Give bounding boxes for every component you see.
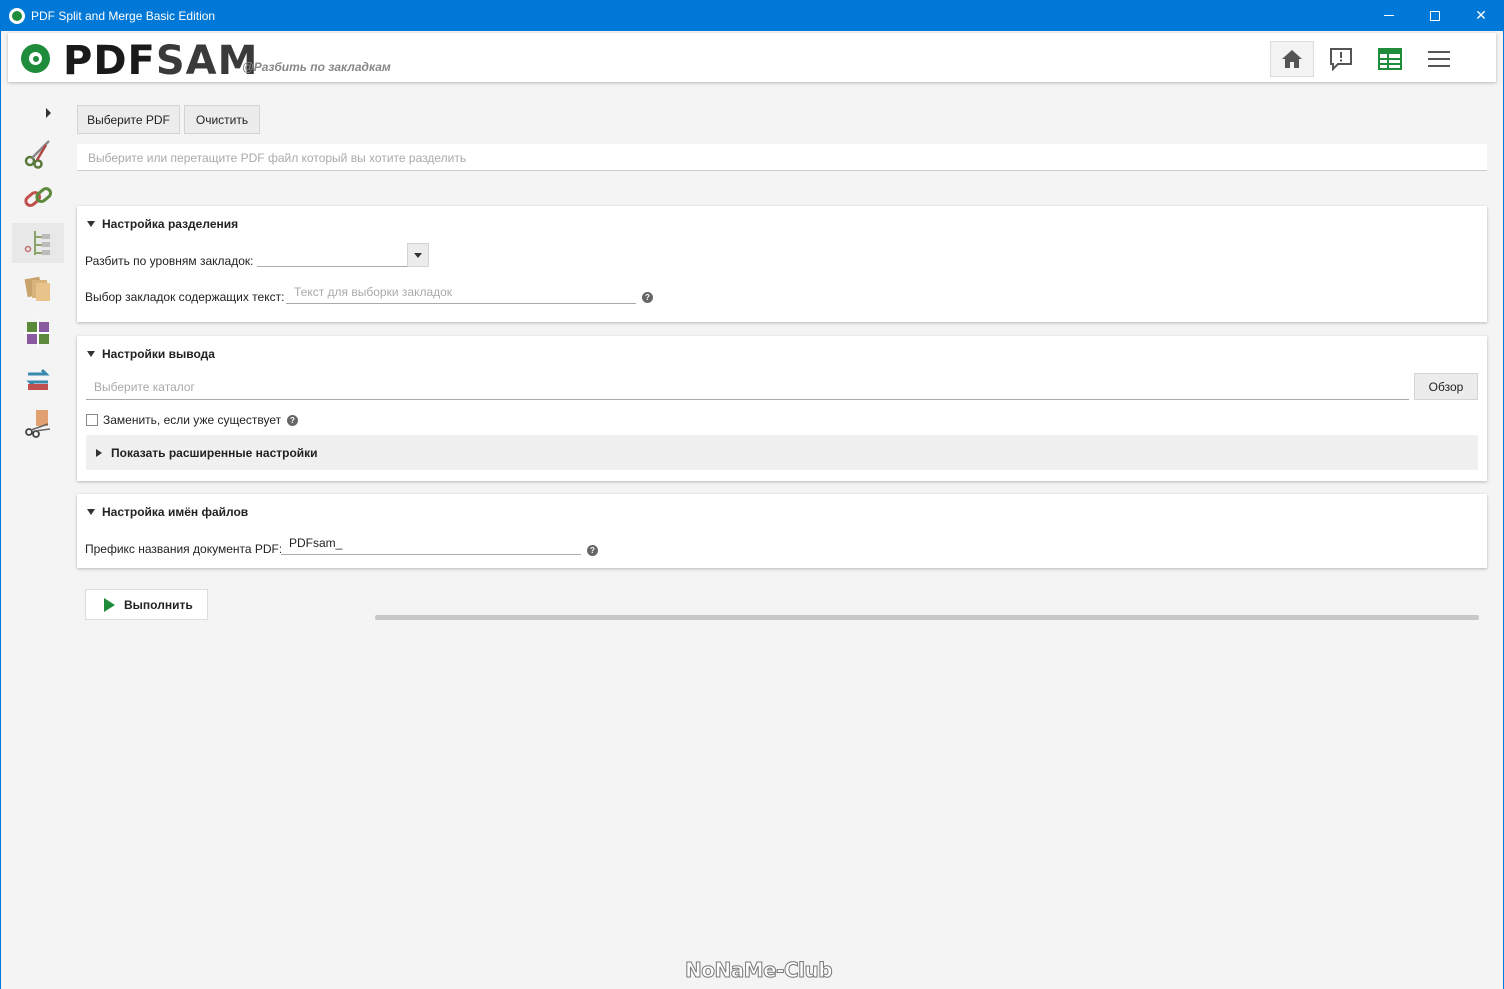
dropdown-arrow-button[interactable] [407,243,429,267]
advanced-settings-label: Показать расширенные настройки [111,445,318,460]
browse-button[interactable]: Обзор [1414,373,1478,400]
output-settings-header[interactable]: Настройки вывода [87,347,215,361]
watermark: NoNaMe-Club [684,958,833,983]
split-by-size-icon [25,410,51,438]
window-title-bar: PDF Split and Merge Basic Edition ✕ [0,0,1504,31]
split-icon [24,140,50,169]
run-label: Выполнить [124,597,193,612]
prefix-label: Префикс названия документа PDF: [85,542,283,556]
prefix-input[interactable]: PDFsam_ [281,533,581,555]
current-module-label: @Разбить по закладкам [242,60,391,74]
output-settings-title: Настройки вывода [102,347,215,361]
window-controls: ✕ [1366,0,1504,31]
overwrite-label: Заменить, если уже существует [103,413,282,427]
home-button[interactable] [1270,41,1314,77]
bookmark-regex-label: Выбор закладок содержащих текст: [85,290,285,304]
help-icon[interactable]: ? [587,545,598,556]
rotate-icon [24,319,52,347]
pdfsam-logo-icon [21,44,50,73]
split-settings-panel: Настройка разделения Разбить по уровням … [77,206,1487,322]
help-icon[interactable]: ? [287,415,298,426]
minimize-icon [1384,15,1394,16]
minimize-button[interactable] [1366,0,1412,31]
extract-icon [26,368,50,390]
advanced-settings-toggle[interactable]: Показать расширенные настройки [86,435,1478,470]
collapse-icon [87,509,95,515]
sidebar-item-alternate-mix[interactable] [12,268,64,308]
sidebar-item-split-by-bookmarks[interactable] [12,223,64,263]
sidebar-item-rotate[interactable] [12,313,64,353]
alternate-mix-icon [24,276,50,301]
workspace-icon [1378,48,1402,70]
help-icon[interactable]: ? [642,292,653,303]
window-title: PDF Split and Merge Basic Edition [31,8,216,23]
split-settings-title: Настройка разделения [102,217,239,231]
split-settings-header[interactable]: Настройка разделения [87,217,238,231]
news-button[interactable] [1319,41,1363,77]
pdf-file-field[interactable]: Выберите или перетащите PDF файл который… [77,144,1487,171]
news-icon [1330,48,1352,71]
play-icon [104,597,115,612]
sidebar-item-split-by-size[interactable] [12,403,64,443]
maximize-button[interactable] [1412,0,1458,31]
filename-settings-header[interactable]: Настройка имён файлов [87,505,248,519]
app-icon [9,7,25,24]
filename-settings-panel: Настройка имён файлов Префикс названия д… [77,494,1487,568]
select-pdf-button[interactable]: Выберите PDF [77,105,180,134]
close-icon: ✕ [1475,7,1487,23]
window-frame-left [0,31,1,989]
hamburger-menu-icon [1428,51,1450,67]
progress-bar [375,615,1479,620]
clear-button[interactable]: Очистить [184,105,260,134]
overwrite-checkbox[interactable] [86,414,98,426]
expand-icon [96,448,102,457]
app-header: PDFSAM @Разбить по закладкам [8,33,1496,84]
logo-pdf: PDF [63,38,156,84]
sidebar-item-extract[interactable] [12,358,64,398]
sidebar-item-split[interactable] [12,133,64,173]
maximize-icon [1430,10,1440,21]
merge-icon [24,187,53,207]
menu-button[interactable] [1417,41,1461,77]
pdfsam-logo-text: PDFSAM [63,38,258,84]
output-directory-input[interactable]: Выберите каталог [86,374,1409,400]
sidebar-item-merge[interactable] [12,178,64,218]
close-button[interactable]: ✕ [1458,0,1504,31]
workspace-button[interactable] [1368,41,1412,77]
bookmark-level-label: Разбить по уровням закладок: [85,254,254,268]
bookmark-level-combo[interactable] [257,243,429,267]
collapse-icon [87,351,95,357]
split-by-bookmarks-icon [24,231,50,255]
home-icon [1282,50,1302,68]
chevron-down-icon [414,252,422,258]
collapse-icon [87,221,95,227]
output-settings-panel: Настройки вывода Выберите каталог Обзор … [77,336,1487,481]
filename-settings-title: Настройка имён файлов [102,505,249,519]
expand-sidebar-icon[interactable] [46,108,51,118]
run-button[interactable]: Выполнить [85,589,208,620]
bookmark-regex-input[interactable]: Текст для выборки закладок [286,282,636,304]
